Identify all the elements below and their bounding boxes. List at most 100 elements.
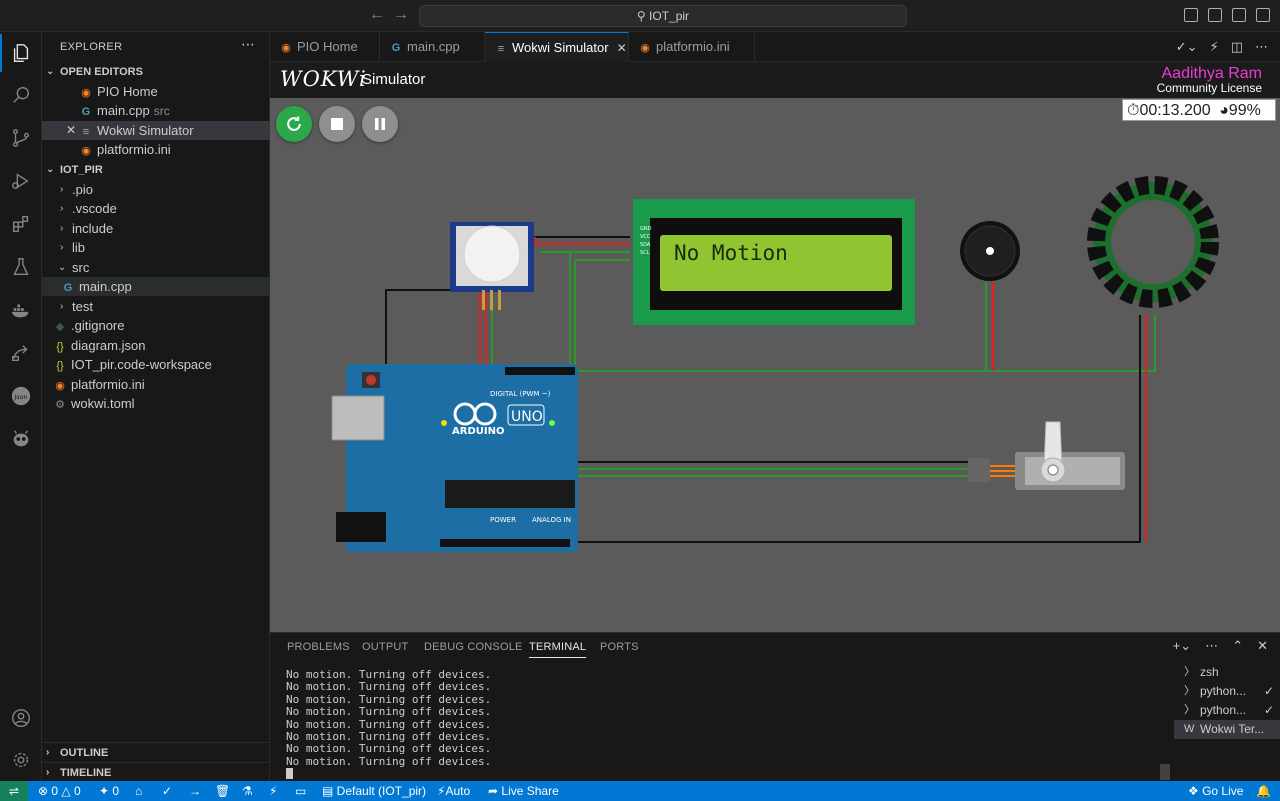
ports-status[interactable]: ✦ 0 <box>99 781 119 801</box>
tab-wokwi-simulator[interactable]: ≡ Wokwi Simulator ✕ <box>485 32 629 62</box>
forward-arrow-icon[interactable]: → <box>393 6 409 24</box>
remote-indicator-icon[interactable]: ⇌ <box>0 781 28 801</box>
live-share-icon: ➦ <box>488 784 502 798</box>
remote-explorer-icon[interactable] <box>8 340 34 366</box>
close-editor-icon[interactable]: ✕ <box>66 121 76 140</box>
pio-terminal-icon[interactable]: ▭ <box>295 781 306 801</box>
more-actions-icon[interactable]: ⋯ <box>1205 638 1218 654</box>
command-center-search[interactable]: ⚲ IOT_pir <box>419 5 907 27</box>
tab-output[interactable]: OUTPUT <box>362 641 408 653</box>
open-editor-description: src <box>153 104 170 118</box>
folder-lib[interactable]: › lib <box>42 238 270 257</box>
pio-home-icon[interactable]: ⌂ <box>135 781 142 801</box>
back-arrow-icon[interactable]: ← <box>369 6 385 24</box>
toggle-primary-sidebar-icon[interactable] <box>1184 8 1198 22</box>
pio-upload-arrow-icon[interactable]: → <box>189 781 201 801</box>
search-icon[interactable] <box>8 82 34 108</box>
run-debug-icon[interactable] <box>8 168 34 194</box>
file-gitignore[interactable]: ◆ .gitignore <box>42 316 270 335</box>
explorer-title: EXPLORER <box>60 41 123 53</box>
lcd-display[interactable]: No Motion GND VCC SDA SCL <box>633 199 915 325</box>
project-section[interactable]: ⌄ IOT_PIR <box>42 160 270 180</box>
tab-ports[interactable]: PORTS <box>600 641 639 653</box>
pir-motion-sensor[interactable] <box>450 222 534 310</box>
platformio-alien-icon[interactable] <box>8 426 34 452</box>
tab-platformio-ini[interactable]: ◉ platformio.ini <box>629 32 755 62</box>
open-editor-wokwi-simulator[interactable]: ✕ ≡ Wokwi Simulator <box>42 121 270 140</box>
folder-vscode[interactable]: › .vscode <box>42 199 270 218</box>
tab-problems[interactable]: PROBLEMS <box>287 641 350 653</box>
tab-main-cpp[interactable]: Gmain.cpp <box>380 32 485 62</box>
new-terminal-icon[interactable]: +⌄ <box>1173 638 1191 654</box>
terminal-entry-python-1[interactable]: 〉 python... ✓ <box>1174 682 1280 701</box>
terminal-scrollbar-thumb[interactable] <box>1160 764 1170 780</box>
split-editor-icon[interactable]: ◫ <box>1231 39 1243 55</box>
folder-include[interactable]: › include <box>42 219 270 238</box>
file-wokwi-toml[interactable]: ⚙ wokwi.toml <box>42 394 270 413</box>
open-editor-platformio-ini[interactable]: ◉ platformio.ini <box>42 140 270 159</box>
notifications-bell-icon[interactable]: 🔔 <box>1256 781 1271 801</box>
more-actions-icon[interactable]: ⋯ <box>241 36 255 53</box>
file-code-workspace[interactable]: {} IOT_pir.code-workspace <box>42 355 270 374</box>
folder-pio[interactable]: › .pio <box>42 180 270 199</box>
tab-debug-console[interactable]: DEBUG CONSOLE <box>424 641 523 653</box>
terminal-icon: 〉 <box>1184 666 1195 678</box>
folder-test[interactable]: › test <box>42 297 270 316</box>
close-panel-icon[interactable]: ✕ <box>1257 638 1268 654</box>
explorer-icon[interactable] <box>0 34 34 72</box>
neopixel-ring[interactable] <box>1087 176 1219 308</box>
extensions-icon[interactable] <box>8 211 34 237</box>
outline-section[interactable]: › OUTLINE <box>42 742 270 762</box>
arduino-uno-board[interactable]: ARDUINO UNO DIGITAL (PWM ~) ANALOG IN PO… <box>331 364 578 552</box>
timeline-section[interactable]: › TIMELINE <box>42 762 270 782</box>
terminal-entry-wokwi[interactable]: W Wokwi Ter... <box>1174 720 1280 739</box>
open-editor-pio-home[interactable]: ◉ PIO Home <box>42 82 270 101</box>
gear-file-icon: ⚙ <box>55 399 65 411</box>
pio-environment-switcher[interactable]: ▤ Default (IOT_pir) <box>322 781 426 801</box>
docker-icon[interactable] <box>8 297 34 323</box>
problems-status[interactable]: ⊗ 0 △ 0 <box>38 781 81 801</box>
open-editors-section[interactable]: ⌄ OPEN EDITORS <box>42 62 270 82</box>
live-share-button[interactable]: ➦ Live Share <box>488 781 559 801</box>
tab-terminal[interactable]: TERMINAL <box>529 641 587 658</box>
manage-gear-icon[interactable] <box>8 747 34 773</box>
check-icon[interactable]: ✓⌄ <box>1176 39 1198 55</box>
buzzer[interactable] <box>960 221 1020 281</box>
file-platformio-ini[interactable]: ◉ platformio.ini <box>42 375 270 394</box>
maximize-panel-icon[interactable]: ⌃ <box>1232 638 1243 654</box>
open-editor-main-cpp[interactable]: Gmain.cpp src <box>42 101 270 120</box>
board-power-label: POWER <box>490 516 516 524</box>
close-tab-icon[interactable]: ✕ <box>617 41 627 55</box>
file-diagram-json[interactable]: {} diagram.json <box>42 336 270 355</box>
toggle-panel-icon[interactable] <box>1208 8 1222 22</box>
toggle-secondary-sidebar-icon[interactable] <box>1232 8 1246 22</box>
pio-clean-trash-icon[interactable]: 🗑 <box>215 781 230 801</box>
circuit-canvas[interactable]: No Motion GND VCC SDA SCL ARDUINO UNO DI… <box>270 62 1280 632</box>
more-actions-icon[interactable]: ⋯ <box>1255 39 1268 55</box>
tab-pio-home[interactable]: ◉ PIO Home <box>270 32 380 62</box>
accounts-icon[interactable] <box>8 705 34 731</box>
terminal-output[interactable]: No motion. Turning off devices. No motio… <box>286 668 492 783</box>
terminal-line: No motion. Turning off devices. <box>286 680 492 694</box>
pio-auto-port[interactable]: ⚡Auto <box>437 781 470 801</box>
layout-controls <box>1184 8 1270 22</box>
pio-serial-plug-icon[interactable]: ⚡ <box>269 781 277 801</box>
testing-flask-icon[interactable] <box>8 254 34 280</box>
terminal-entry-python-2[interactable]: 〉 python... ✓ <box>1174 701 1280 720</box>
folder-icon: ▤ <box>322 784 337 798</box>
pio-build-check-icon[interactable]: ✓ <box>162 781 172 801</box>
open-editor-label: Wokwi Simulator <box>97 123 194 138</box>
customize-layout-icon[interactable] <box>1256 8 1270 22</box>
file-main-cpp[interactable]: Gmain.cpp <box>42 277 270 296</box>
folder-src[interactable]: ⌄ src <box>42 258 270 277</box>
json-icon[interactable]: Json <box>8 383 34 409</box>
svg-text:Json: Json <box>13 393 27 401</box>
source-control-icon[interactable] <box>8 125 34 151</box>
go-live-button[interactable]: ❖ Go Live <box>1188 781 1243 801</box>
chevron-right-icon: › <box>60 242 64 253</box>
terminal-entry-zsh[interactable]: 〉 zsh <box>1174 663 1280 682</box>
servo-motor[interactable] <box>968 421 1125 490</box>
pio-test-flask-icon[interactable]: ⚗ <box>242 781 253 801</box>
auto-label: Auto <box>445 784 471 798</box>
plug-icon[interactable]: ⚡ <box>1210 39 1219 55</box>
